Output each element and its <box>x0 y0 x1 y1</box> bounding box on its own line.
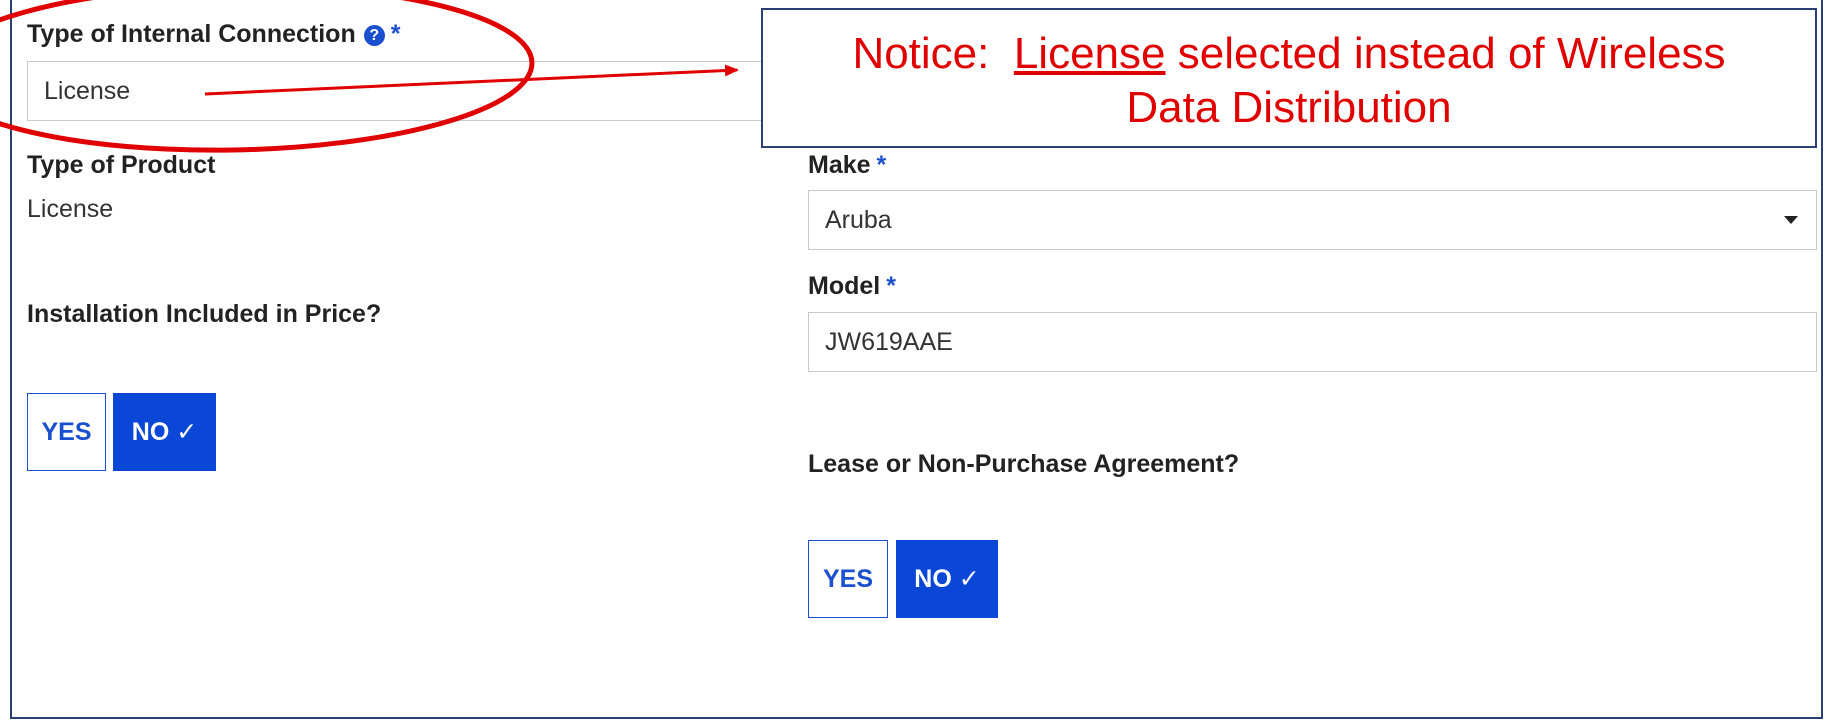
internal-connection-label: Type of Internal Connection? * <box>27 20 400 49</box>
annotation-line1-rest: selected instead of Wireless <box>1165 29 1726 78</box>
product-type-value: License <box>27 195 114 223</box>
internal-connection-label-text: Type of Internal Connection <box>27 20 356 48</box>
chevron-down-icon <box>1784 216 1798 224</box>
lease-yes-button[interactable]: YES <box>808 540 888 618</box>
make-value: Aruba <box>825 205 892 234</box>
model-label: Model * <box>808 272 896 301</box>
required-marker: * <box>390 20 401 48</box>
required-marker: * <box>886 272 896 300</box>
annotation-prefix: Notice: <box>852 29 1014 78</box>
make-label-text: Make <box>808 151 871 179</box>
lease-label: Lease or Non-Purchase Agreement? <box>808 450 1240 478</box>
model-label-text: Model <box>808 272 881 300</box>
annotation-callout: Notice: License selected instead of Wire… <box>761 8 1817 148</box>
installation-label: Installation Included in Price? <box>27 300 382 328</box>
internal-connection-value: License <box>44 76 131 105</box>
annotation-line-2: Data Distribution <box>1126 83 1452 132</box>
make-label: Make * <box>808 151 886 180</box>
required-marker: * <box>876 151 887 179</box>
installation-no-button[interactable]: NO ✓ <box>113 393 216 471</box>
make-select[interactable]: Aruba <box>808 190 1817 250</box>
lease-no-button[interactable]: NO ✓ <box>896 540 998 618</box>
product-type-label: Type of Product <box>27 151 216 179</box>
annotation-line-1: Notice: License selected instead of Wire… <box>763 27 1815 81</box>
annotation-underlined: License <box>1013 29 1166 78</box>
installation-yes-button[interactable]: YES <box>27 393 106 471</box>
model-value: JW619AAE <box>825 327 953 356</box>
question-circle-icon[interactable]: ? <box>363 25 385 46</box>
model-input[interactable]: JW619AAE <box>808 312 1817 372</box>
